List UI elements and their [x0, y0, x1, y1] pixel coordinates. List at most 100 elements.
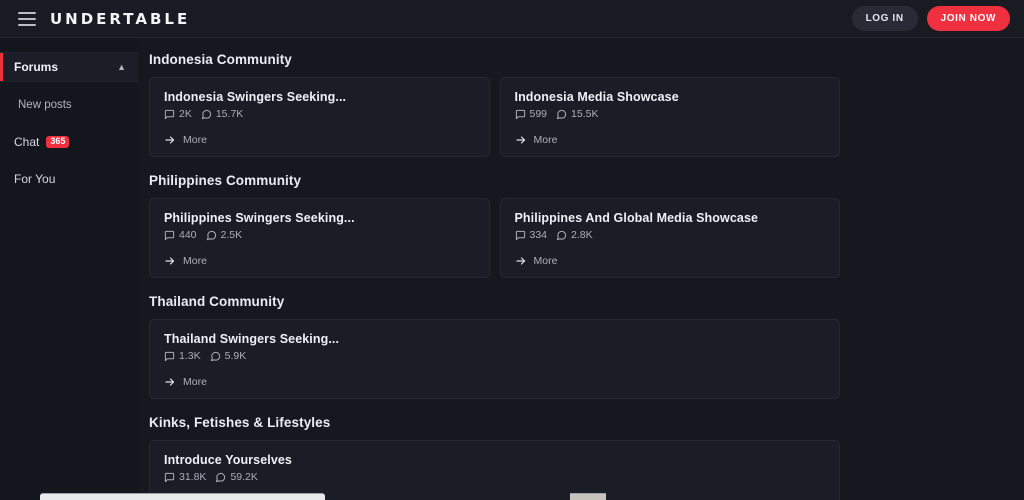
forum-node-card[interactable]: Introduce Yourselves31.8K59.2KMore — [149, 440, 840, 500]
more-label: More — [183, 255, 207, 267]
sidebar-item-chat[interactable]: Chat 365 — [0, 128, 138, 156]
message-count-value: 15.7K — [215, 108, 244, 120]
thread-count-value: 2K — [179, 108, 192, 120]
message-square-icon — [515, 230, 526, 241]
forum-node-card[interactable]: Indonesia Swingers Seeking... 2K 15.7K More — [149, 77, 490, 157]
forum-node-card[interactable]: Thailand Swingers Seeking... 1.3K 5.9K More — [149, 319, 840, 399]
hamburger-icon[interactable] — [18, 11, 36, 26]
message-square-icon — [164, 230, 175, 241]
sidebar-item-label: Chat — [14, 135, 40, 149]
forum-node-stats: 440 2.5K — [164, 229, 475, 241]
message-square-icon — [164, 109, 175, 120]
message-count-value: 2.5K — [220, 229, 243, 241]
more-label: More — [533, 134, 558, 146]
message-count-stat: 5.9K — [210, 350, 247, 362]
chat-unread-badge: 365 — [46, 136, 70, 148]
thread-count-value: 599 — [529, 108, 548, 120]
sidebar-item-new-posts[interactable]: New posts — [0, 91, 138, 119]
sidebar-item-label: For You — [14, 172, 56, 186]
more-label: More — [183, 134, 207, 146]
forum-card-grid: Introduce Yourselves31.8K59.2KMore — [149, 440, 840, 500]
speech-bubble-icon — [556, 109, 567, 120]
forum-node-title[interactable]: Indonesia Swingers Seeking... — [164, 90, 475, 104]
message-count-stat: 2.8K — [556, 229, 593, 241]
message-count-stat: 15.7K — [201, 108, 243, 120]
message-square-icon — [515, 109, 526, 120]
forum-section: Philippines Community Philippines Swinger… — [149, 159, 1024, 278]
forum-card-grid: Indonesia Swingers Seeking... 2K 15.7K More… — [149, 77, 840, 157]
thread-count-stat: 2K — [164, 108, 192, 120]
sidebar-item-label: Forums — [14, 60, 59, 74]
message-count-stat: 2.5K — [206, 229, 243, 241]
arrow-right-icon — [515, 134, 527, 146]
arrow-right-icon — [164, 376, 176, 388]
forum-node-stats: 599 15.5K — [515, 108, 826, 120]
sidebar-item-label: New posts — [18, 99, 72, 111]
forum-section: Kinks, Fetishes & Lifestyles Introduce Yo… — [149, 401, 1024, 500]
section-title: Thailand Community — [149, 294, 285, 309]
message-square-icon — [164, 472, 175, 483]
chevron-up-icon[interactable]: ▲ — [117, 62, 126, 72]
message-count-value: 2.8K — [571, 229, 593, 241]
arrow-right-icon — [515, 255, 527, 267]
forum-node-title[interactable]: Indonesia Media Showcase — [515, 90, 826, 104]
message-count-value: 15.5K — [571, 108, 599, 120]
more-link[interactable]: More — [515, 120, 826, 146]
sidebar: Forums ▲ New posts Chat 365 For You — [0, 38, 138, 500]
forum-node-title[interactable]: Introduce Yourselves — [164, 453, 825, 467]
message-count-stat: 59.2K — [215, 471, 258, 483]
forum-card-grid: Thailand Swingers Seeking... 1.3K 5.9K More — [149, 319, 840, 399]
forum-list: Indonesia Community Indonesia Swingers Se… — [138, 38, 1024, 500]
thread-count-value: 1.3K — [179, 350, 201, 362]
arrow-right-icon — [164, 255, 176, 267]
thread-count-value: 31.8K — [179, 471, 207, 483]
thread-count-stat: 31.8K — [164, 471, 206, 483]
forum-node-stats: 2K 15.7K — [164, 108, 475, 120]
sidebar-item-for-you[interactable]: For You — [0, 165, 138, 193]
forum-node-stats: 1.3K 5.9K — [164, 350, 825, 362]
message-count-stat: 15.5K — [556, 108, 598, 120]
forum-node-stats: 31.8K 59.2K — [164, 471, 825, 483]
forum-node-card[interactable]: Philippines Swingers Seeking... 440 2.5K Mo… — [149, 198, 490, 278]
header-actions: LOG IN JOIN NOW — [851, 6, 1010, 31]
thread-count-stat: 440 — [164, 229, 197, 241]
thread-count-value: 440 — [179, 229, 197, 241]
join-now-button[interactable]: JOIN NOW — [926, 6, 1010, 31]
thread-count-value: 334 — [529, 229, 548, 241]
more-label: More — [183, 376, 207, 388]
forum-node-title[interactable]: Philippines And Global Media Showcase — [515, 211, 826, 225]
section-title: Indonesia Community — [149, 52, 292, 67]
forum-card-grid: Philippines Swingers Seeking... 440 2.5K Mo… — [149, 198, 840, 278]
message-square-icon — [164, 351, 175, 362]
window-chrome-strip-right — [570, 493, 606, 500]
speech-bubble-icon — [201, 109, 212, 120]
window-chrome-strip-left — [40, 493, 325, 500]
more-link[interactable]: More — [164, 120, 475, 146]
section-title: Kinks, Fetishes & Lifestyles — [149, 415, 331, 430]
forum-node-stats: 334 2.8K — [515, 229, 826, 241]
login-button[interactable]: LOG IN — [851, 6, 918, 31]
section-title: Philippines Community — [149, 173, 302, 188]
sidebar-item-forums[interactable]: Forums ▲ — [0, 52, 138, 82]
top-header: UNDERTABLE LOG IN JOIN NOW — [0, 0, 1024, 38]
speech-bubble-icon — [215, 472, 226, 483]
forum-node-card[interactable]: Indonesia Media Showcase 599 15.5K More — [499, 77, 840, 157]
brand-logo[interactable]: UNDERTABLE — [50, 10, 190, 28]
thread-count-stat: 1.3K — [164, 350, 201, 362]
more-link[interactable]: More — [515, 241, 826, 267]
speech-bubble-icon — [206, 230, 217, 241]
forum-node-title[interactable]: Philippines Swingers Seeking... — [164, 211, 475, 225]
forum-section: Indonesia Community Indonesia Swingers Se… — [149, 38, 1024, 157]
thread-count-stat: 599 — [515, 108, 548, 120]
forum-section: Thailand Community Thailand Swingers Seek… — [149, 280, 1024, 399]
forum-node-card[interactable]: Philippines And Global Media Showcase 334… — [499, 198, 840, 278]
more-link[interactable]: More — [164, 241, 475, 267]
forum-node-title[interactable]: Thailand Swingers Seeking... — [164, 332, 825, 346]
thread-count-stat: 334 — [515, 229, 548, 241]
more-label: More — [533, 255, 558, 267]
speech-bubble-icon — [556, 230, 567, 241]
message-count-value: 5.9K — [224, 350, 247, 362]
more-link[interactable]: More — [164, 362, 825, 388]
message-count-value: 59.2K — [230, 471, 258, 483]
arrow-right-icon — [164, 134, 176, 146]
